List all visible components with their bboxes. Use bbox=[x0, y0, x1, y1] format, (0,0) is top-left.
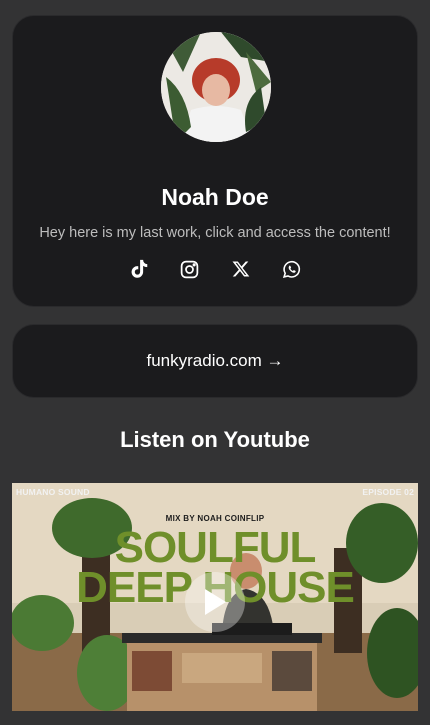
profile-name: Noah Doe bbox=[161, 184, 269, 210]
video-brand-label: HUMANO SOUND bbox=[16, 487, 90, 497]
social-links bbox=[13, 256, 417, 282]
video-mix-credit: MIX BY NOAH COINFLIP bbox=[165, 514, 265, 523]
x-icon[interactable] bbox=[228, 256, 254, 282]
website-link-label: funkyradio.com → bbox=[146, 351, 284, 370]
tiktok-icon[interactable] bbox=[126, 256, 152, 282]
instagram-icon[interactable] bbox=[177, 256, 203, 282]
avatar-image bbox=[161, 32, 271, 142]
profile-bio: Hey here is my last work, click and acce… bbox=[39, 225, 391, 241]
youtube-video-thumbnail[interactable]: HUMANO SOUND EPISODE 02 MIX BY NOAH COIN… bbox=[12, 483, 418, 711]
youtube-section-title: Listen on Youtube bbox=[120, 427, 310, 452]
play-button[interactable] bbox=[185, 572, 245, 632]
website-link-button[interactable]: funkyradio.com → bbox=[12, 324, 418, 398]
avatar bbox=[161, 32, 271, 142]
profile-card: Noah Doe Hey here is my last work, click… bbox=[12, 15, 418, 307]
video-episode-label: EPISODE 02 bbox=[362, 487, 414, 497]
whatsapp-icon[interactable] bbox=[279, 256, 305, 282]
play-icon bbox=[205, 589, 226, 615]
